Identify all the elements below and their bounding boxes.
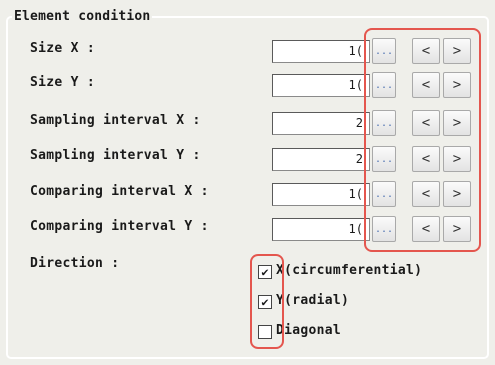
- comparing-interval-x-decrement-button[interactable]: <: [412, 181, 440, 207]
- direction-label: Direction :: [30, 256, 120, 271]
- size-x-field[interactable]: 1(: [272, 40, 370, 63]
- size-x-more-button[interactable]: ...: [372, 38, 396, 64]
- comparing-interval-y-field[interactable]: 1(: [272, 218, 370, 241]
- sampling-interval-y-label: Sampling interval Y :: [30, 148, 201, 163]
- comparing-interval-x-increment-button[interactable]: >: [443, 181, 471, 207]
- sampling-interval-x-label: Sampling interval X :: [30, 113, 201, 128]
- comparing-interval-y-decrement-button[interactable]: <: [412, 216, 440, 242]
- comparing-interval-x-label: Comparing interval X :: [30, 184, 209, 199]
- comparing-interval-y-label: Comparing interval Y :: [30, 219, 209, 234]
- size-y-decrement-button[interactable]: <: [412, 72, 440, 98]
- sampling-interval-y-decrement-button[interactable]: <: [412, 146, 440, 172]
- comparing-interval-y-increment-button[interactable]: >: [443, 216, 471, 242]
- sampling-interval-x-field[interactable]: 2: [272, 112, 370, 135]
- sampling-interval-y-more-button[interactable]: ...: [372, 146, 396, 172]
- comparing-interval-x-more-button[interactable]: ...: [372, 181, 396, 207]
- checkmark-icon: ✔: [261, 265, 269, 279]
- direction-y-checkbox[interactable]: ✔: [258, 295, 272, 309]
- direction-x-checkbox[interactable]: ✔: [258, 265, 272, 279]
- sampling-interval-y-field[interactable]: 2: [272, 148, 370, 171]
- group-title: Element condition: [12, 9, 153, 24]
- size-y-label: Size Y :: [30, 75, 96, 90]
- sampling-interval-x-more-button[interactable]: ...: [372, 110, 396, 136]
- checkmark-icon: ✔: [261, 295, 269, 309]
- direction-diagonal-label: Diagonal: [276, 323, 342, 338]
- comparing-interval-y-more-button[interactable]: ...: [372, 216, 396, 242]
- direction-diagonal-checkbox[interactable]: [258, 325, 272, 339]
- size-y-field[interactable]: 1(: [272, 74, 370, 97]
- size-y-more-button[interactable]: ...: [372, 72, 396, 98]
- size-x-decrement-button[interactable]: <: [412, 38, 440, 64]
- sampling-interval-y-increment-button[interactable]: >: [443, 146, 471, 172]
- size-x-increment-button[interactable]: >: [443, 38, 471, 64]
- sampling-interval-x-increment-button[interactable]: >: [443, 110, 471, 136]
- size-x-label: Size X :: [30, 41, 96, 56]
- sampling-interval-x-decrement-button[interactable]: <: [412, 110, 440, 136]
- direction-y-label: Y(radial): [276, 293, 350, 308]
- size-y-increment-button[interactable]: >: [443, 72, 471, 98]
- direction-x-label: X(circumferential): [276, 263, 423, 278]
- comparing-interval-x-field[interactable]: 1(: [272, 183, 370, 206]
